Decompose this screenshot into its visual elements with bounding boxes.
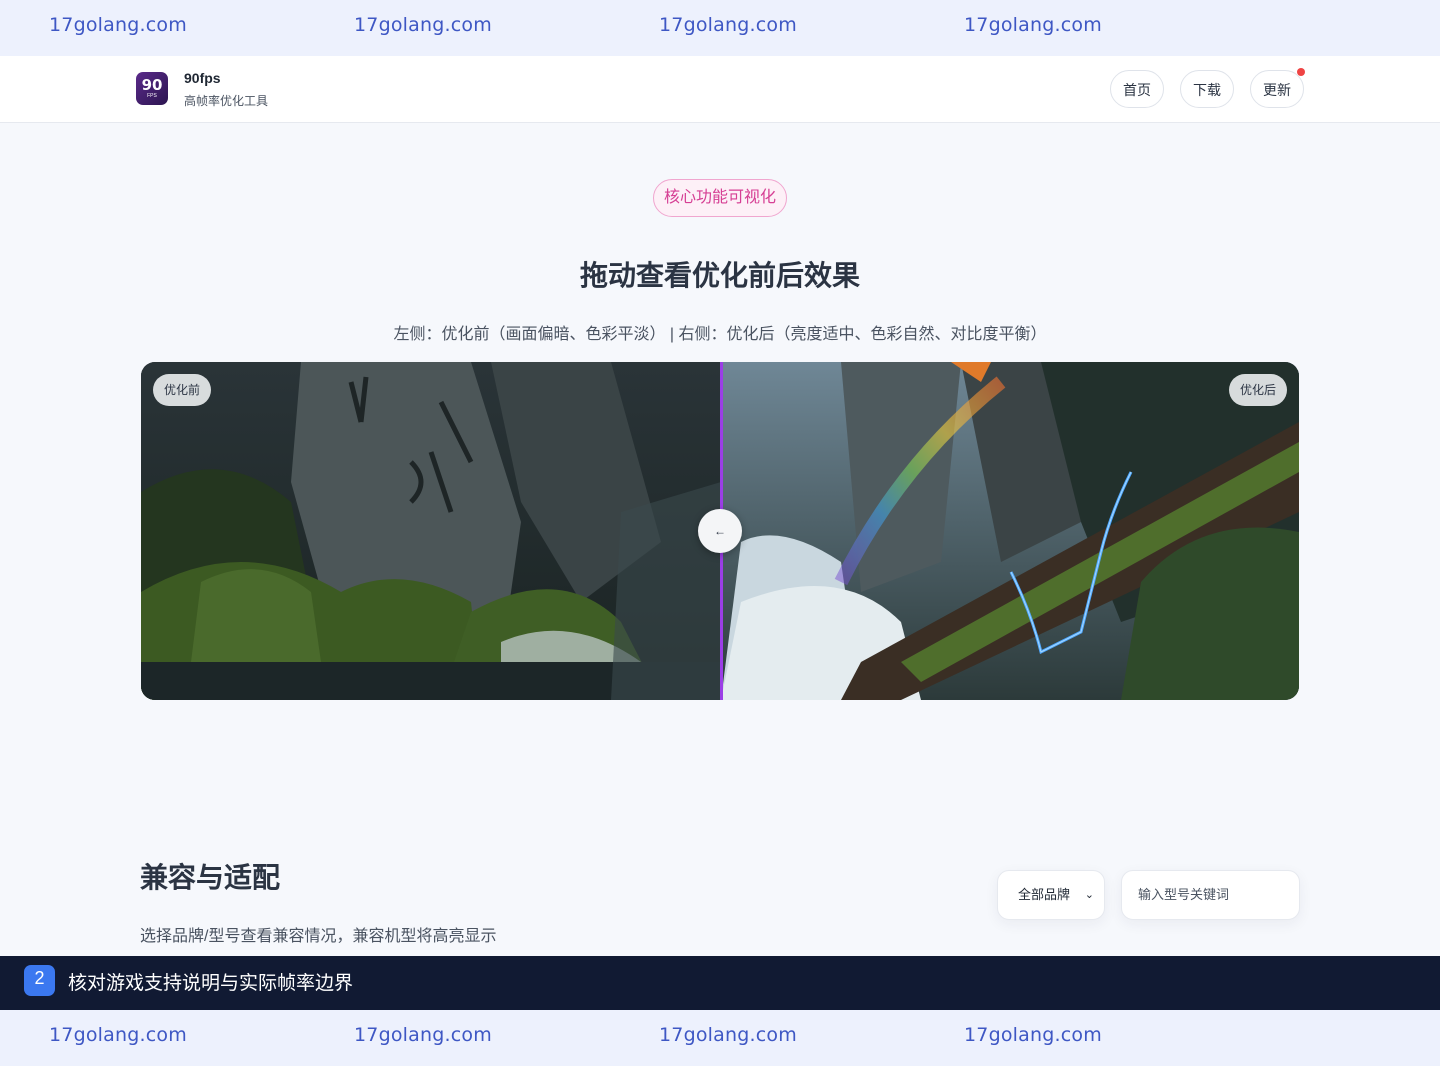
site-header: 90 FPS 90fps 高帧率优化工具 首页 下载 更新 (0, 56, 1440, 123)
watermark-text: 17golang.com (354, 14, 492, 36)
slider-handle[interactable]: ← (698, 509, 742, 553)
watermark-text: 17golang.com (659, 14, 797, 36)
app-subtitle: 高帧率优化工具 (184, 94, 269, 108)
logo-text: 90 (141, 76, 163, 94)
logo-subtext: FPS (147, 93, 157, 99)
model-search-input[interactable]: 输入型号关键词 (1121, 870, 1300, 920)
feature-badge: 核心功能可视化 (653, 179, 787, 217)
brand-select-value: 全部品牌 (1018, 887, 1071, 902)
watermark-bar-bottom: 17golang.com 17golang.com 17golang.com 1… (0, 1010, 1440, 1066)
step-number-badge: 2 (24, 965, 55, 996)
before-after-slider[interactable]: 优化前 优化后 ← (141, 362, 1299, 700)
after-label: 优化后 (1228, 374, 1287, 406)
nav-download-button[interactable]: 下载 (1180, 70, 1234, 108)
watermark-text: 17golang.com (49, 14, 187, 36)
chevron-down-icon: ⌄ (1084, 889, 1094, 901)
arrow-left-icon: ← (714, 524, 726, 538)
compat-title: 兼容与适配 (140, 862, 281, 893)
watermark-bar-top: 17golang.com 17golang.com 17golang.com 1… (0, 0, 1440, 56)
watermark-text: 17golang.com (964, 14, 1102, 36)
app-name[interactable]: 90fps (184, 70, 221, 86)
step-banner: 2 核对游戏支持说明与实际帧率边界 (0, 956, 1440, 1010)
watermark-text: 17golang.com (49, 1024, 187, 1046)
update-notification-dot (1297, 68, 1305, 76)
watermark-text: 17golang.com (659, 1024, 797, 1046)
brand-select[interactable]: 全部品牌 ⌄ (997, 870, 1105, 920)
compat-description: 选择品牌/型号查看兼容情况，兼容机型将高亮显示 (140, 928, 497, 945)
app-logo[interactable]: 90 FPS (136, 72, 168, 105)
step-banner-text: 核对游戏支持说明与实际帧率边界 (68, 973, 354, 994)
feature-description: 左侧：优化前（画面偏暗、色彩平淡） | 右侧：优化后（亮度适中、色彩自然、对比度… (393, 326, 1047, 343)
nav-home-button[interactable]: 首页 (1110, 70, 1164, 108)
before-label: 优化前 (153, 374, 212, 406)
watermark-text: 17golang.com (964, 1024, 1102, 1046)
nav-update-button[interactable]: 更新 (1250, 70, 1304, 108)
feature-title: 拖动查看优化前后效果 (579, 260, 860, 291)
watermark-text: 17golang.com (354, 1024, 492, 1046)
